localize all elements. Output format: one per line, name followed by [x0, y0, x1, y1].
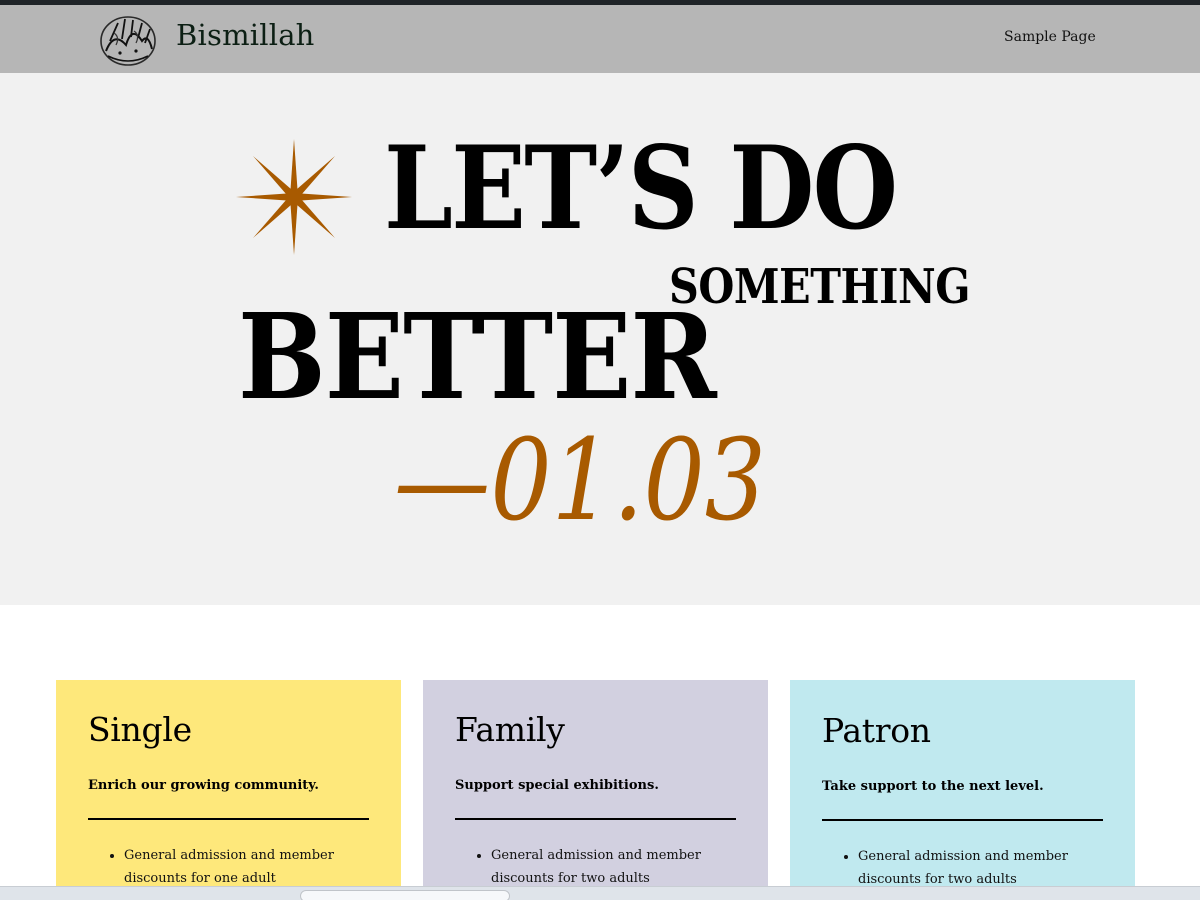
- card-divider: [822, 818, 1103, 821]
- site-title-link[interactable]: Bismillah: [176, 18, 315, 52]
- hero-heading-line-1: LET’S DO: [384, 121, 898, 255]
- card-tagline: Enrich our growing community.: [88, 777, 319, 793]
- membership-card-patron: Patron Take support to the next level. G…: [790, 680, 1135, 900]
- eight-point-star-icon: [236, 139, 352, 255]
- card-feature-list: General admission and memberdiscounts fo…: [88, 844, 369, 890]
- card-feature-item: General admission and memberdiscounts fo…: [124, 844, 369, 890]
- nav-link-sample-page[interactable]: Sample Page: [1004, 29, 1096, 45]
- card-title: Patron: [822, 711, 931, 750]
- membership-card-single: Single Enrich our growing community. Gen…: [56, 680, 401, 900]
- card-divider: [455, 817, 736, 820]
- hero-date: —01.03: [394, 416, 767, 546]
- card-title: Family: [455, 710, 565, 749]
- membership-cards-section: Single Enrich our growing community. Gen…: [0, 605, 1200, 900]
- calligraphy-logo-icon[interactable]: [98, 11, 158, 69]
- membership-card-family: Family Support special exhibitions. Gene…: [423, 680, 768, 900]
- card-feature-item: General admission and memberdiscounts fo…: [491, 844, 736, 890]
- site-header: Bismillah Sample Page: [0, 5, 1200, 73]
- card-feature-item: General admission and memberdiscounts fo…: [858, 845, 1103, 891]
- taskbar-strip: [0, 886, 1200, 900]
- hero-section: LET’S DO SOMETHING BETTER —01.03: [0, 73, 1200, 605]
- card-title: Single: [88, 710, 192, 749]
- card-feature-list: General admission and memberdiscounts fo…: [822, 845, 1103, 891]
- card-feature-list: General admission and memberdiscounts fo…: [455, 844, 736, 890]
- taskbar-search-box[interactable]: [300, 890, 510, 900]
- card-tagline: Take support to the next level.: [822, 778, 1044, 794]
- card-tagline: Support special exhibitions.: [455, 777, 659, 793]
- hero-heading-line-3: BETTER: [238, 287, 717, 426]
- card-divider: [88, 817, 369, 820]
